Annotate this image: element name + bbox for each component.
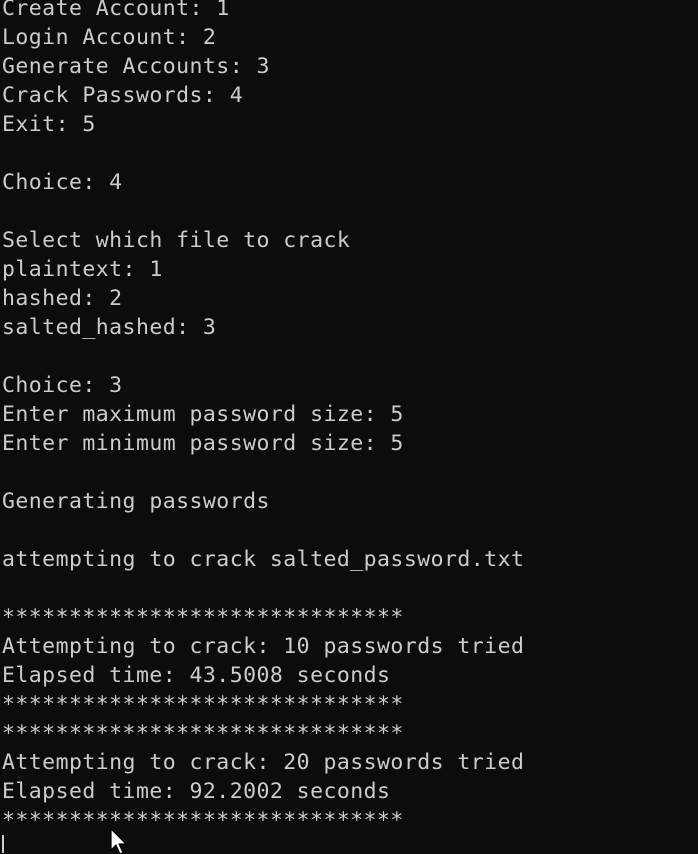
terminal-line: Exit: 5 xyxy=(2,112,96,137)
text-cursor xyxy=(2,835,4,853)
mouse-pointer-icon xyxy=(110,828,127,854)
terminal-line: Choice: 3 xyxy=(2,373,123,398)
terminal-line: ****************************** xyxy=(2,692,404,717)
terminal-line: ****************************** xyxy=(2,721,404,746)
terminal-line: Generating passwords xyxy=(2,489,270,514)
terminal-line: Attempting to crack: 10 passwords tried xyxy=(2,634,525,659)
terminal-line: plaintext: 1 xyxy=(2,257,163,282)
terminal-line: Login Account: 2 xyxy=(2,25,217,50)
terminal-line: Create Account: 1 xyxy=(2,0,230,21)
terminal-line: ****************************** xyxy=(2,605,404,630)
terminal-line: ****************************** xyxy=(2,808,404,833)
terminal-window[interactable]: Create Account: 1 Login Account: 2 Gener… xyxy=(0,0,698,854)
terminal-line: Crack Passwords: 4 xyxy=(2,83,244,108)
terminal-line: salted_hashed: 3 xyxy=(2,315,217,340)
terminal-line: Choice: 4 xyxy=(2,170,123,195)
terminal-line: hashed: 2 xyxy=(2,286,123,311)
terminal-line: Enter minimum password size: 5 xyxy=(2,431,404,456)
terminal-line: Elapsed time: 43.5008 seconds xyxy=(2,663,391,688)
terminal-line: Select which file to crack xyxy=(2,228,351,253)
terminal-output: Create Account: 1 Login Account: 2 Gener… xyxy=(2,0,524,835)
terminal-line: Generate Accounts: 3 xyxy=(2,54,270,79)
terminal-line: Attempting to crack: 20 passwords tried xyxy=(2,750,525,775)
terminal-line: attempting to crack salted_password.txt xyxy=(2,547,525,572)
terminal-line: Elapsed time: 92.2002 seconds xyxy=(2,779,391,804)
terminal-line: Enter maximum password size: 5 xyxy=(2,402,404,427)
